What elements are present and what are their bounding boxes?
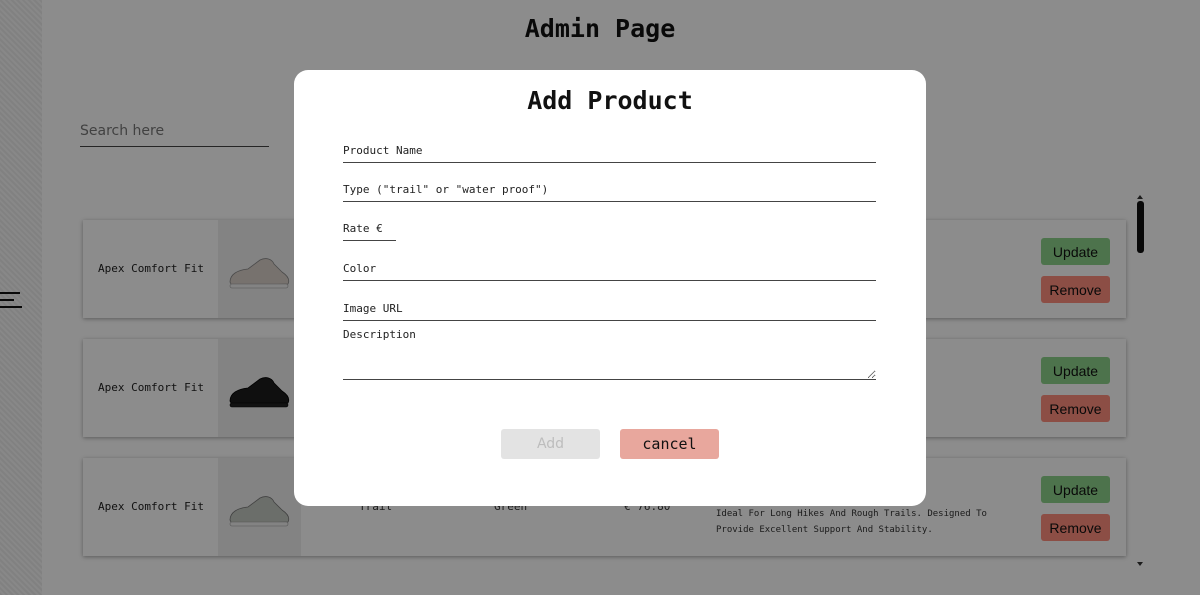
add-product-modal: Add Product Add cancel	[294, 70, 926, 506]
rate-field[interactable]	[343, 216, 396, 241]
color-field[interactable]	[343, 256, 876, 281]
product-name-field[interactable]	[343, 138, 876, 163]
description-field[interactable]	[343, 328, 876, 380]
image-url-field[interactable]	[343, 296, 876, 321]
type-field[interactable]	[343, 177, 876, 202]
cancel-button[interactable]: cancel	[620, 429, 719, 459]
modal-title: Add Product	[527, 86, 693, 115]
add-button[interactable]: Add	[501, 429, 600, 459]
